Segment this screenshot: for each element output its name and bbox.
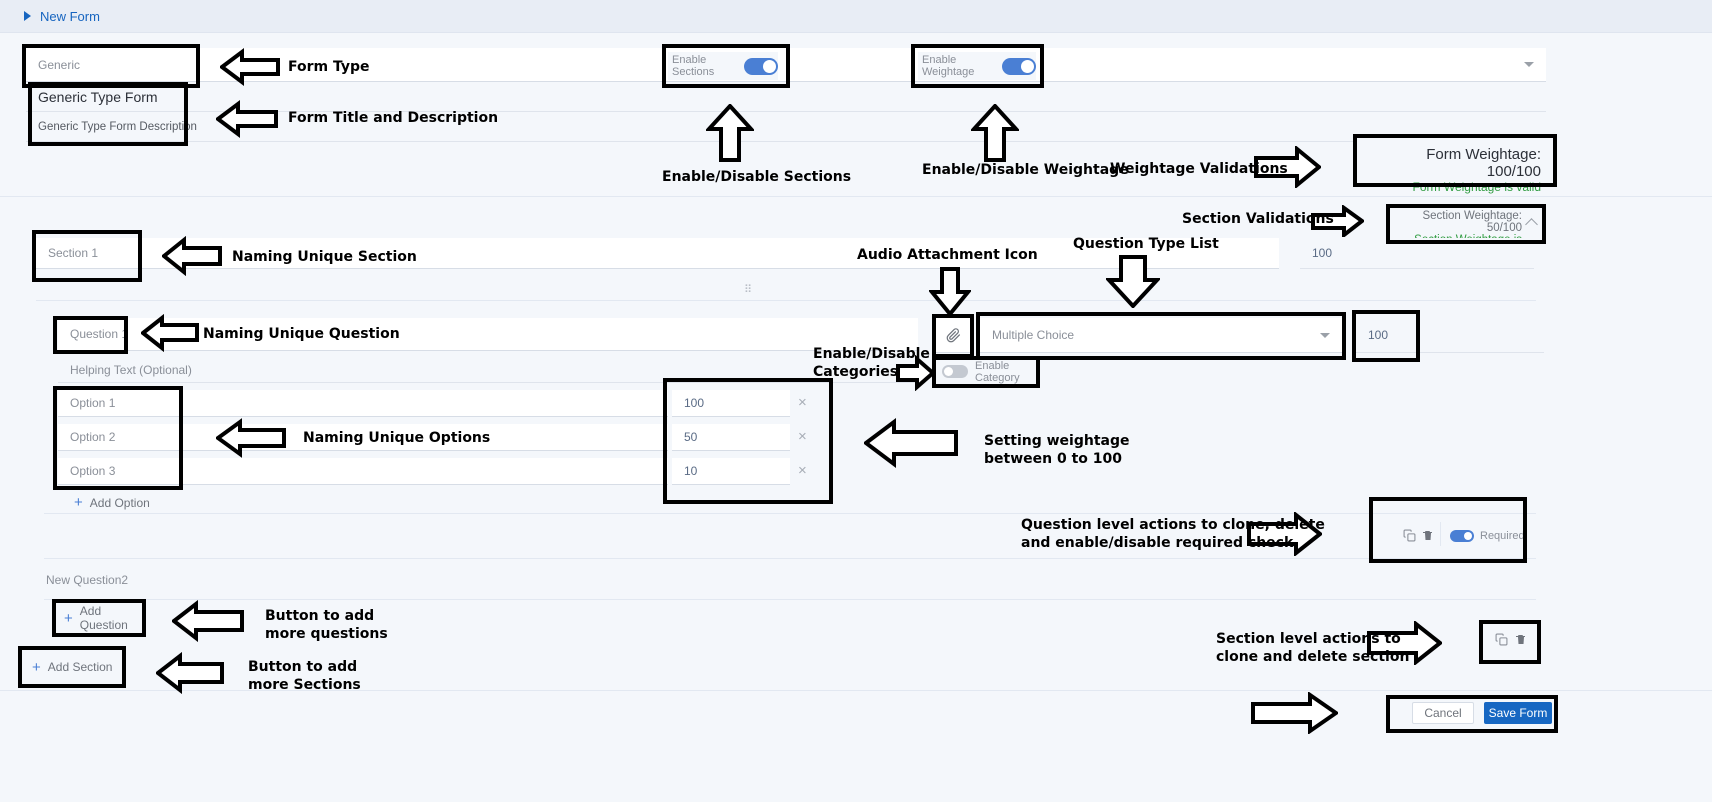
annotation-weightage-validations: Weightage Validations [1110,161,1288,177]
annotation-add-section: Button to add more Sections [248,659,361,693]
highlight-section-actions [1479,620,1541,664]
annotation-add-question: Button to add more questions [265,608,388,642]
breadcrumb-bar: New Form [0,0,1712,33]
highlight-question-actions [1369,497,1527,563]
annotation-naming-options: Naming Unique Options [303,430,491,446]
new-question-placeholder[interactable]: New Question2 [46,573,128,587]
highlight-enable-weightage [911,44,1044,88]
form-builder-screen: New Form Generic Generic Type Form Gener… [0,0,1712,802]
highlight-options [53,386,183,490]
annotation-setting-weightage: Setting weightage between 0 to 100 [984,433,1130,467]
highlight-form-title-desc [28,82,188,146]
annotation-form-title-desc: Form Title and Description [288,110,499,126]
highlight-add-section [18,646,126,688]
arrow-left-setting-weightage [864,418,958,468]
add-question-divider [44,599,1536,600]
highlight-question-weightage [1352,310,1420,362]
annotation-naming-question: Naming Unique Question [203,326,400,342]
arrow-left-add-question [172,600,244,642]
section-divider [36,300,1536,301]
arrow-left-form-type [220,48,280,86]
annotation-audio-attachment: Audio Attachment Icon [857,247,1038,263]
annotation-question-actions: Question level actions to clone, delete … [1021,517,1325,551]
arrow-down-question-type [1106,255,1160,308]
annotation-enable-sections: Enable/Disable Sections [662,169,852,185]
helping-text-placeholder: Helping Text (Optional) [70,362,192,377]
breadcrumb-new-form[interactable]: New Form [40,9,100,24]
arrow-right-footer-buttons [1251,692,1338,734]
arrow-left-naming-options [216,418,286,458]
arrow-left-naming-question [141,314,199,352]
arrow-left-form-title [216,100,278,138]
highlight-audio-attachment [932,314,974,358]
highlight-question-name [53,316,128,354]
plus-icon: + [74,494,83,511]
arrow-left-naming-section [162,236,222,276]
arrow-up-enable-weightage [971,104,1019,162]
annotation-question-type-list: Question Type List [1073,236,1219,252]
arrow-down-audio-attachment [929,267,971,316]
highlight-form-weightage [1353,134,1557,187]
highlight-question-type [976,312,1346,360]
annotation-enable-weightage: Enable/Disable Weightage [922,162,1129,178]
annotation-enable-categories: Enable/Disable Categories [813,346,930,380]
annotation-section-actions: Section level actions to clone and delet… [1216,631,1410,665]
caret-down-icon[interactable] [1524,62,1534,67]
annotation-naming-section: Naming Unique Section [232,249,417,265]
highlight-option-weights [663,378,833,504]
highlight-add-question [52,599,146,637]
annotation-section-validations: Section Validations [1182,211,1334,227]
expand-triangle-icon[interactable] [24,11,31,21]
highlight-enable-sections [662,44,790,88]
highlight-footer-buttons [1386,695,1558,733]
section-weightage-value: 100 [1312,246,1333,260]
add-option-button[interactable]: + Add Option [74,495,150,510]
drag-handle-icon[interactable]: ⠿ [744,283,753,296]
highlight-section-weightage [1386,204,1546,244]
highlight-enable-category [932,356,1040,388]
question-divider-bottom [44,558,1536,559]
highlight-section-name [32,230,142,282]
arrow-left-add-section [156,652,224,694]
arrow-up-enable-sections [706,104,754,162]
add-option-label: Add Option [89,495,150,510]
annotation-form-type: Form Type [288,59,370,75]
